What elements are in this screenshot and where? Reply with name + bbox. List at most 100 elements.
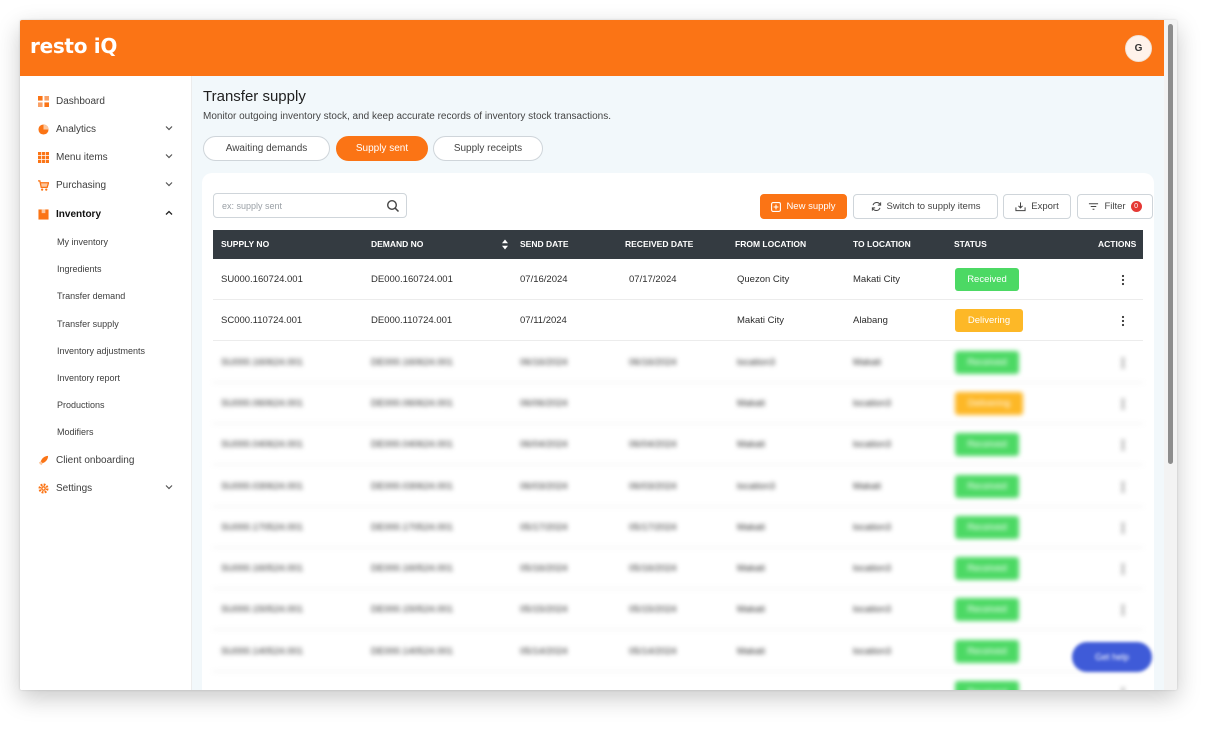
column-header-from-location[interactable]: FROM LOCATION [735, 230, 806, 259]
sidebar-item-menu-items[interactable]: Menu items [38, 148, 176, 166]
sidebar-subitem-productions[interactable]: Productions [57, 398, 105, 412]
table-row[interactable]: SU000.170524.001 DE000.170524.001 05/17/20… [213, 507, 1143, 548]
search-input[interactable] [222, 198, 382, 214]
more-options-icon[interactable] [1118, 562, 1128, 576]
help-button[interactable]: Get help [1072, 642, 1152, 672]
more-options-icon[interactable] [1118, 314, 1128, 328]
cell-to-location: location3 [853, 563, 892, 575]
cell-send-date: 05/14/2024 [520, 645, 568, 657]
cell-send-date: 06/04/2024 [520, 439, 568, 451]
cell-from-location: Makati [737, 397, 765, 409]
sidebar-subitem-inventory-adjustments[interactable]: Inventory adjustments [57, 344, 145, 358]
cell-send-date: 05/15/2024 [520, 604, 568, 616]
table-row[interactable]: SU000.040624.001 DE000.040624.001 06/04/20… [213, 424, 1143, 466]
app-logo[interactable]: resto iQ [30, 34, 117, 58]
sidebar-item-analytics[interactable]: Analytics [38, 120, 176, 138]
cell-demand-no: DE000.140524.001 [371, 645, 453, 657]
more-options-icon[interactable] [1118, 521, 1128, 535]
sidebar-item-label: Settings [56, 482, 93, 494]
cell-demand-no: DE000.160624.001 [371, 356, 453, 368]
rocket-icon [38, 455, 49, 465]
more-options-icon[interactable] [1118, 480, 1128, 494]
status-badge: Delivering [955, 309, 1023, 333]
more-options-icon[interactable] [1118, 603, 1128, 617]
cell-demand-no: DE000.110724.001 [371, 315, 453, 327]
column-header-received-date[interactable]: RECEIVED DATE [625, 230, 693, 259]
more-options-icon[interactable] [1118, 356, 1128, 370]
sidebar-item-settings[interactable]: Settings [38, 479, 176, 497]
sidebar-subitem-ingredients[interactable]: Ingredients [57, 262, 102, 276]
status-badge: Received [955, 557, 1019, 581]
refresh-icon [871, 201, 881, 212]
table-row[interactable]: SU000.060624.001 DE000.060624.001 06/06/20… [213, 383, 1143, 424]
sort-icon[interactable] [501, 239, 509, 250]
switch-to-supply-items-button[interactable]: Switch to supply items [853, 194, 998, 219]
user-avatar[interactable]: G [1125, 35, 1152, 62]
dashboard-icon [38, 95, 49, 107]
sidebar-item-purchasing[interactable]: Purchasing [38, 176, 176, 194]
sidebar-subitem-modifiers[interactable]: Modifiers [57, 425, 94, 439]
new-supply-button[interactable]: New supply [760, 194, 847, 219]
cell-supply-no: SU000.030624.001 [221, 480, 303, 492]
status-badge: Received [955, 350, 1019, 374]
sidebar-item-label: Inventory [56, 208, 102, 220]
table-row[interactable]: SC000.110724.001 DE000.110724.001 07/11/20… [213, 300, 1143, 342]
app-window: resto iQ G Dashboard Analytics Menu item… [20, 20, 1177, 690]
cell-demand-no: DE000.150524.001 [371, 604, 453, 616]
table-row[interactable]: SU000.160524.001 DE000.160524.001 05/16/20… [213, 548, 1143, 590]
cell-received-date: 06/16/2024 [629, 356, 677, 368]
sidebar-subitem-transfer-supply[interactable]: Transfer supply [57, 317, 119, 331]
sidebar-item-label: Analytics [56, 123, 97, 135]
cell-to-location: location3 [853, 397, 892, 409]
sidebar-subitem-inventory-report[interactable]: Inventory report [57, 371, 120, 385]
cell-to-location: Alabang [853, 315, 888, 327]
more-options-icon[interactable] [1118, 438, 1128, 452]
sidebar-subitem-transfer-demand[interactable]: Transfer demand [57, 289, 125, 303]
more-options-icon[interactable] [1118, 397, 1128, 411]
cell-demand-no: DE000.060624.001 [371, 397, 453, 409]
cell-supply-no: SU000.170524.001 [221, 521, 303, 533]
sidebar-item-client-onboarding[interactable]: Client onboarding [38, 451, 176, 469]
column-header-actions: ACTIONS [1098, 239, 1137, 249]
cell-demand-no: DE000.160724.001 [371, 274, 453, 285]
chevron-down-icon [165, 182, 173, 187]
sidebar-item-dashboard[interactable]: Dashboard [38, 92, 176, 110]
chevron-down-icon [165, 485, 173, 490]
cell-to-location: location3 [853, 439, 892, 451]
cell-received-date: 06/03/2024 [629, 480, 677, 492]
export-button[interactable]: Export [1003, 194, 1071, 219]
filter-button[interactable]: Filter 0 [1077, 194, 1153, 219]
page-scrollbar[interactable] [1164, 20, 1177, 690]
column-header-supply-no[interactable]: SUPPLY NO [221, 230, 269, 259]
cell-received-date: 05/15/2024 [629, 604, 677, 616]
plus-square-icon [771, 201, 782, 212]
table-row[interactable]: SU000.160624.001 DE000.160624.001 06/16/20… [213, 342, 1143, 383]
cell-from-location: Makati [737, 563, 765, 575]
sidebar-item-inventory[interactable]: Inventory [38, 205, 176, 223]
cell-send-date: 05/16/2024 [520, 563, 568, 575]
cell-supply-no: SC000.110724.001 [221, 315, 303, 327]
more-options-icon[interactable] [1118, 273, 1128, 287]
search-icon[interactable] [386, 199, 400, 213]
more-options-icon[interactable] [1118, 686, 1128, 690]
gear-icon [38, 482, 49, 494]
sidebar-item-label: Client onboarding [56, 454, 135, 466]
column-header-status[interactable]: STATUS [954, 230, 987, 259]
table-row[interactable]: SU000.030624.001 DE000.030624.001 06/03/20… [213, 466, 1143, 507]
tab-supply-receipts[interactable]: Supply receipts [433, 136, 543, 161]
table-row[interactable]: SU000.150524.001 DE000.150524.001 05/15/20… [213, 589, 1143, 631]
tab-awaiting-demands[interactable]: Awaiting demands [203, 136, 330, 161]
table-row[interactable]: Received [213, 672, 1143, 690]
cell-received-date: 05/17/2024 [629, 521, 677, 533]
table-row[interactable]: SU000.140524.001 DE000.140524.001 05/14/20… [213, 631, 1143, 672]
cell-received-date: 05/14/2024 [629, 645, 677, 657]
sidebar-subitem-my-inventory[interactable]: My inventory [57, 235, 108, 249]
cell-supply-no: SU000.160524.001 [221, 563, 303, 575]
column-header-demand-no[interactable]: DEMAND NO [371, 230, 423, 259]
tab-supply-sent[interactable]: Supply sent [336, 136, 428, 161]
cell-received-date: 06/04/2024 [629, 439, 677, 451]
column-header-to-location[interactable]: TO LOCATION [853, 230, 911, 259]
table-row[interactable]: SU000.160724.001 DE000.160724.001 07/16/20… [213, 259, 1143, 300]
column-header-send-date[interactable]: SEND DATE [520, 230, 569, 259]
scrollbar-thumb[interactable] [1168, 24, 1173, 464]
